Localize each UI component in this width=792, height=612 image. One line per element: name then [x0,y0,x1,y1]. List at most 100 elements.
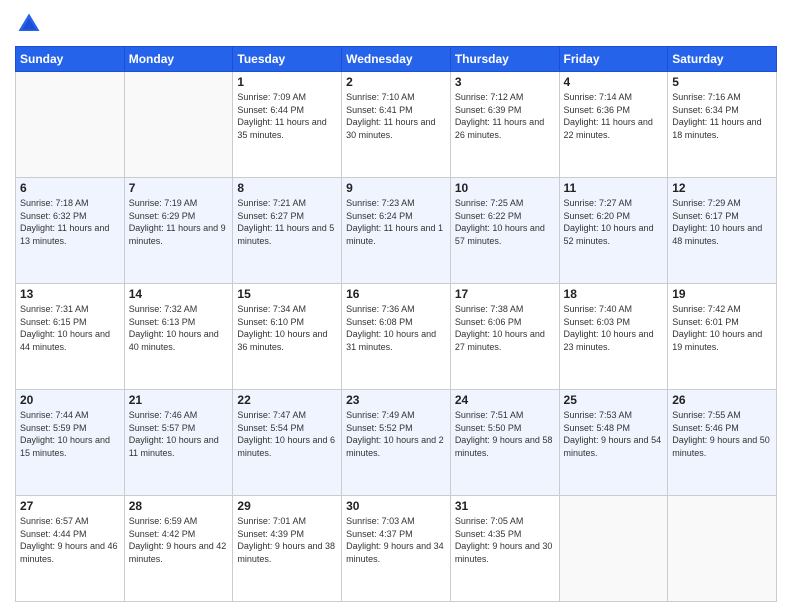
day-number: 10 [455,181,555,195]
calendar-cell: 11 Sunrise: 7:27 AM Sunset: 6:20 PM Dayli… [559,178,668,284]
weekday-header-tuesday: Tuesday [233,47,342,72]
cell-info: Sunrise: 7:29 AM Sunset: 6:17 PM Dayligh… [672,197,772,247]
cell-info: Sunrise: 7:53 AM Sunset: 5:48 PM Dayligh… [564,409,664,459]
day-number: 3 [455,75,555,89]
weekday-header-sunday: Sunday [16,47,125,72]
cell-info: Sunrise: 7:01 AM Sunset: 4:39 PM Dayligh… [237,515,337,565]
calendar-cell: 1 Sunrise: 7:09 AM Sunset: 6:44 PM Daylig… [233,72,342,178]
calendar-cell: 4 Sunrise: 7:14 AM Sunset: 6:36 PM Daylig… [559,72,668,178]
cell-info: Sunrise: 7:46 AM Sunset: 5:57 PM Dayligh… [129,409,229,459]
day-number: 13 [20,287,120,301]
calendar-cell: 28Sunrise: 6:59 AM Sunset: 4:42 PM Dayli… [124,496,233,602]
calendar-table: SundayMondayTuesdayWednesdayThursdayFrid… [15,46,777,602]
cell-info: Sunrise: 6:57 AM Sunset: 4:44 PM Dayligh… [20,515,120,565]
page: SundayMondayTuesdayWednesdayThursdayFrid… [0,0,792,612]
calendar-week-5: 27 Sunrise: 6:57 AM Sunset: 4:44 PM Dayli… [16,496,777,602]
calendar-cell [668,496,777,602]
calendar-cell: 6 Sunrise: 7:18 AM Sunset: 6:32 PM Daylig… [16,178,125,284]
cell-info: Sunrise: 6:59 AM Sunset: 4:42 PM Dayligh… [129,515,229,565]
day-number: 21 [129,393,229,407]
day-number: 23 [346,393,446,407]
day-number: 22 [237,393,337,407]
calendar-cell [16,72,125,178]
calendar-cell: 15Sunrise: 7:34 AM Sunset: 6:10 PM Dayli… [233,284,342,390]
calendar-cell: 20Sunrise: 7:44 AM Sunset: 5:59 PM Dayli… [16,390,125,496]
weekday-header-wednesday: Wednesday [342,47,451,72]
day-number: 26 [672,393,772,407]
day-number: 12 [672,181,772,195]
calendar-cell: 26 Sunrise: 7:55 AM Sunset: 5:46 PM Dayli… [668,390,777,496]
calendar-cell: 8 Sunrise: 7:21 AM Sunset: 6:27 PM Daylig… [233,178,342,284]
day-number: 24 [455,393,555,407]
calendar-cell: 19 Sunrise: 7:42 AM Sunset: 6:01 PM Dayli… [668,284,777,390]
calendar-cell: 25 Sunrise: 7:53 AM Sunset: 5:48 PM Dayli… [559,390,668,496]
weekday-header-friday: Friday [559,47,668,72]
cell-info: Sunrise: 7:14 AM Sunset: 6:36 PM Dayligh… [564,91,664,141]
calendar-week-3: 13 Sunrise: 7:31 AM Sunset: 6:15 PM Dayli… [16,284,777,390]
day-number: 29 [237,499,337,513]
day-number: 14 [129,287,229,301]
calendar-cell [124,72,233,178]
day-number: 11 [564,181,664,195]
day-number: 25 [564,393,664,407]
cell-info: Sunrise: 7:16 AM Sunset: 6:34 PM Dayligh… [672,91,772,141]
cell-info: Sunrise: 7:47 AM Sunset: 5:54 PM Dayligh… [237,409,337,459]
weekday-header-thursday: Thursday [450,47,559,72]
weekday-header-monday: Monday [124,47,233,72]
calendar-week-2: 6 Sunrise: 7:18 AM Sunset: 6:32 PM Daylig… [16,178,777,284]
cell-info: Sunrise: 7:42 AM Sunset: 6:01 PM Dayligh… [672,303,772,353]
day-number: 5 [672,75,772,89]
calendar-cell: 7 Sunrise: 7:19 AM Sunset: 6:29 PM Daylig… [124,178,233,284]
header [15,10,777,38]
calendar-cell: 29 Sunrise: 7:01 AM Sunset: 4:39 PM Dayli… [233,496,342,602]
day-number: 8 [237,181,337,195]
day-number: 1 [237,75,337,89]
cell-info: Sunrise: 7:27 AM Sunset: 6:20 PM Dayligh… [564,197,664,247]
calendar-cell: 2 Sunrise: 7:10 AM Sunset: 6:41 PM Daylig… [342,72,451,178]
cell-info: Sunrise: 7:34 AM Sunset: 6:10 PM Dayligh… [237,303,337,353]
logo-icon [15,10,43,38]
calendar-cell: 23 Sunrise: 7:49 AM Sunset: 5:52 PM Dayli… [342,390,451,496]
calendar-cell: 31Sunrise: 7:05 AM Sunset: 4:35 PM Dayli… [450,496,559,602]
cell-info: Sunrise: 7:21 AM Sunset: 6:27 PM Dayligh… [237,197,337,247]
calendar-cell: 18Sunrise: 7:40 AM Sunset: 6:03 PM Dayli… [559,284,668,390]
cell-info: Sunrise: 7:51 AM Sunset: 5:50 PM Dayligh… [455,409,555,459]
calendar-cell: 14 Sunrise: 7:32 AM Sunset: 6:13 PM Dayli… [124,284,233,390]
day-number: 9 [346,181,446,195]
cell-info: Sunrise: 7:10 AM Sunset: 6:41 PM Dayligh… [346,91,446,141]
calendar-cell: 3 Sunrise: 7:12 AM Sunset: 6:39 PM Daylig… [450,72,559,178]
logo [15,10,47,38]
cell-info: Sunrise: 7:23 AM Sunset: 6:24 PM Dayligh… [346,197,446,247]
cell-info: Sunrise: 7:09 AM Sunset: 6:44 PM Dayligh… [237,91,337,141]
day-number: 31 [455,499,555,513]
day-number: 2 [346,75,446,89]
cell-info: Sunrise: 7:36 AM Sunset: 6:08 PM Dayligh… [346,303,446,353]
day-number: 6 [20,181,120,195]
calendar-week-4: 20Sunrise: 7:44 AM Sunset: 5:59 PM Dayli… [16,390,777,496]
calendar-header-row: SundayMondayTuesdayWednesdayThursdayFrid… [16,47,777,72]
cell-info: Sunrise: 7:19 AM Sunset: 6:29 PM Dayligh… [129,197,229,247]
day-number: 16 [346,287,446,301]
day-number: 17 [455,287,555,301]
cell-info: Sunrise: 7:18 AM Sunset: 6:32 PM Dayligh… [20,197,120,247]
day-number: 7 [129,181,229,195]
cell-info: Sunrise: 7:32 AM Sunset: 6:13 PM Dayligh… [129,303,229,353]
cell-info: Sunrise: 7:03 AM Sunset: 4:37 PM Dayligh… [346,515,446,565]
cell-info: Sunrise: 7:25 AM Sunset: 6:22 PM Dayligh… [455,197,555,247]
cell-info: Sunrise: 7:49 AM Sunset: 5:52 PM Dayligh… [346,409,446,459]
calendar-cell: 17 Sunrise: 7:38 AM Sunset: 6:06 PM Dayli… [450,284,559,390]
day-number: 27 [20,499,120,513]
calendar-cell [559,496,668,602]
day-number: 4 [564,75,664,89]
cell-info: Sunrise: 7:55 AM Sunset: 5:46 PM Dayligh… [672,409,772,459]
cell-info: Sunrise: 7:38 AM Sunset: 6:06 PM Dayligh… [455,303,555,353]
day-number: 19 [672,287,772,301]
calendar-cell: 27 Sunrise: 6:57 AM Sunset: 4:44 PM Dayli… [16,496,125,602]
calendar-cell: 16 Sunrise: 7:36 AM Sunset: 6:08 PM Dayli… [342,284,451,390]
calendar-week-1: 1 Sunrise: 7:09 AM Sunset: 6:44 PM Daylig… [16,72,777,178]
calendar-cell: 30Sunrise: 7:03 AM Sunset: 4:37 PM Dayli… [342,496,451,602]
cell-info: Sunrise: 7:40 AM Sunset: 6:03 PM Dayligh… [564,303,664,353]
calendar-cell: 21 Sunrise: 7:46 AM Sunset: 5:57 PM Dayli… [124,390,233,496]
cell-info: Sunrise: 7:31 AM Sunset: 6:15 PM Dayligh… [20,303,120,353]
cell-info: Sunrise: 7:12 AM Sunset: 6:39 PM Dayligh… [455,91,555,141]
